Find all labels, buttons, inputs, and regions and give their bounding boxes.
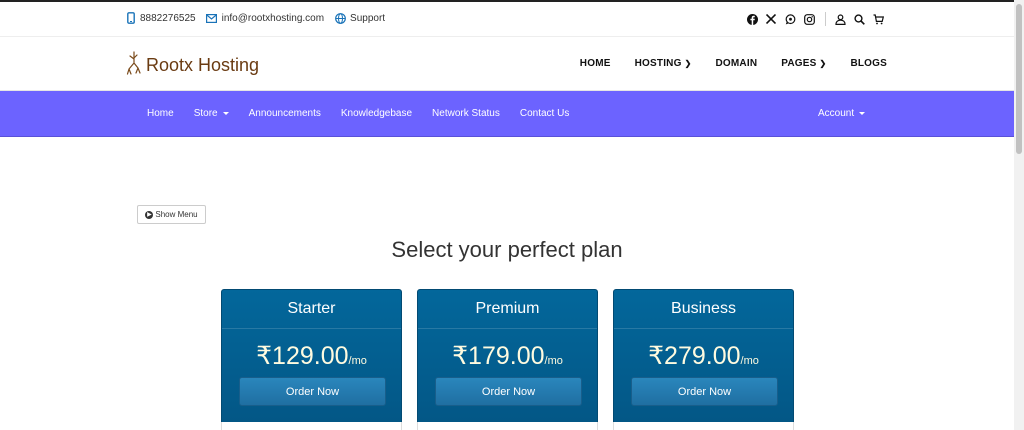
plan-divider [614, 328, 793, 329]
email-address: info@rootxhosting.com [221, 12, 325, 24]
chevron-down-icon: ❯ [684, 59, 692, 68]
plan-name: Premium [475, 300, 540, 317]
site-header: Rootx Hosting HOME HOSTING ❯ DOMAIN PAGES… [0, 38, 1014, 91]
nav-pages-label: PAGES [781, 58, 817, 69]
caret-down-icon [859, 112, 866, 115]
scrollbar-thumb[interactable] [1016, 4, 1022, 154]
contact-info: 8882276525 info@rootxhosting.com Support [126, 12, 395, 24]
plan-card-starter: Starter ₹129.00/mo Order Now [221, 289, 402, 430]
plan-price-period: /mo [740, 355, 759, 367]
nav-blogs[interactable]: BLOGS [850, 58, 887, 69]
portal-nav-announcements[interactable]: Announcements [249, 108, 321, 119]
support-link[interactable]: Support [334, 12, 385, 24]
nav-domain[interactable]: DOMAIN [715, 58, 757, 69]
support-label: Support [350, 12, 386, 24]
plan-divider [418, 328, 597, 329]
email-link[interactable]: info@rootxhosting.com [206, 12, 324, 24]
show-menu-button[interactable]: ▶ Show Menu [137, 205, 206, 224]
plan-divider [222, 328, 401, 329]
order-now-button[interactable]: Order Now [239, 377, 386, 406]
order-now-button[interactable]: Order Now [435, 377, 582, 406]
plan-price-period: /mo [348, 355, 367, 367]
plan-price-amount: ₹179.00 [452, 342, 545, 370]
plan-price-amount: ₹279.00 [648, 342, 741, 370]
whatsapp-icon[interactable] [784, 13, 796, 25]
nav-home-label: HOME [579, 58, 611, 69]
page-scrollbar[interactable] [1014, 0, 1024, 430]
instagram-icon[interactable] [803, 13, 815, 25]
search-icon[interactable] [853, 13, 865, 25]
page-title: Select your perfect plan [391, 237, 623, 262]
plan-name: Business [671, 300, 736, 317]
phone-number: 8882276525 [140, 12, 196, 24]
phone-link[interactable]: 8882276525 [126, 12, 196, 24]
account-label: Account [818, 108, 855, 119]
nav-blogs-label: BLOGS [850, 58, 887, 69]
plan-price-amount: ₹129.00 [256, 342, 349, 370]
portal-nav-store-label: Store [193, 108, 218, 119]
portal-nav-network-status[interactable]: Network Status [432, 108, 500, 119]
portal-nav-store[interactable]: Store [194, 108, 229, 119]
chevron-down-icon: ❯ [819, 59, 827, 68]
plan-price: ₹129.00/mo [222, 341, 401, 371]
user-icon[interactable] [834, 13, 846, 25]
plan-price: ₹279.00/mo [614, 341, 793, 371]
plan-price-period: /mo [544, 355, 563, 367]
arrow-right-circle-icon: ▶ [145, 210, 154, 219]
cart-icon[interactable] [872, 13, 884, 25]
globe-icon [334, 12, 346, 24]
plan-card-body [613, 422, 794, 430]
x-twitter-icon[interactable] [765, 13, 777, 25]
portal-nav-contact-us[interactable]: Contact Us [520, 108, 569, 119]
plan-price: ₹179.00/mo [418, 341, 597, 371]
logo-text: Rootx Hosting [146, 55, 260, 75]
plan-card-business: Business ₹279.00/mo Order Now [613, 289, 794, 430]
site-logo[interactable]: Rootx Hosting [126, 51, 259, 80]
plan-name: Starter [287, 300, 336, 317]
portal-nav: Home Store Announcements Knowledgebase N… [147, 108, 589, 119]
plan-card-body [417, 422, 598, 430]
order-now-button[interactable]: Order Now [631, 377, 778, 406]
email-icon [206, 12, 218, 24]
portal-nav-bar: Home Store Announcements Knowledgebase N… [0, 91, 1014, 137]
plan-card-premium: Premium ₹179.00/mo Order Now [417, 289, 598, 430]
phone-icon [126, 12, 136, 24]
social-links [746, 12, 891, 26]
account-menu[interactable]: Account [818, 108, 866, 119]
root-logo-icon [126, 51, 142, 80]
facebook-icon[interactable] [746, 13, 758, 25]
portal-nav-home[interactable]: Home [147, 108, 174, 119]
portal-nav-knowledgebase[interactable]: Knowledgebase [341, 108, 412, 119]
nav-domain-label: DOMAIN [715, 58, 758, 69]
show-menu-label: Show Menu [155, 210, 198, 219]
caret-down-icon [222, 112, 229, 115]
plan-card-body [221, 422, 402, 430]
nav-hosting[interactable]: HOSTING ❯ [635, 58, 692, 69]
nav-pages[interactable]: PAGES ❯ [781, 58, 826, 69]
social-divider [825, 12, 826, 26]
contact-bar: 8882276525 info@rootxhosting.com Support [0, 2, 1014, 37]
main-nav: HOME HOSTING ❯ DOMAIN PAGES ❯ BLOGS [556, 58, 887, 69]
nav-hosting-label: HOSTING [634, 58, 682, 69]
nav-home[interactable]: HOME [580, 58, 611, 69]
